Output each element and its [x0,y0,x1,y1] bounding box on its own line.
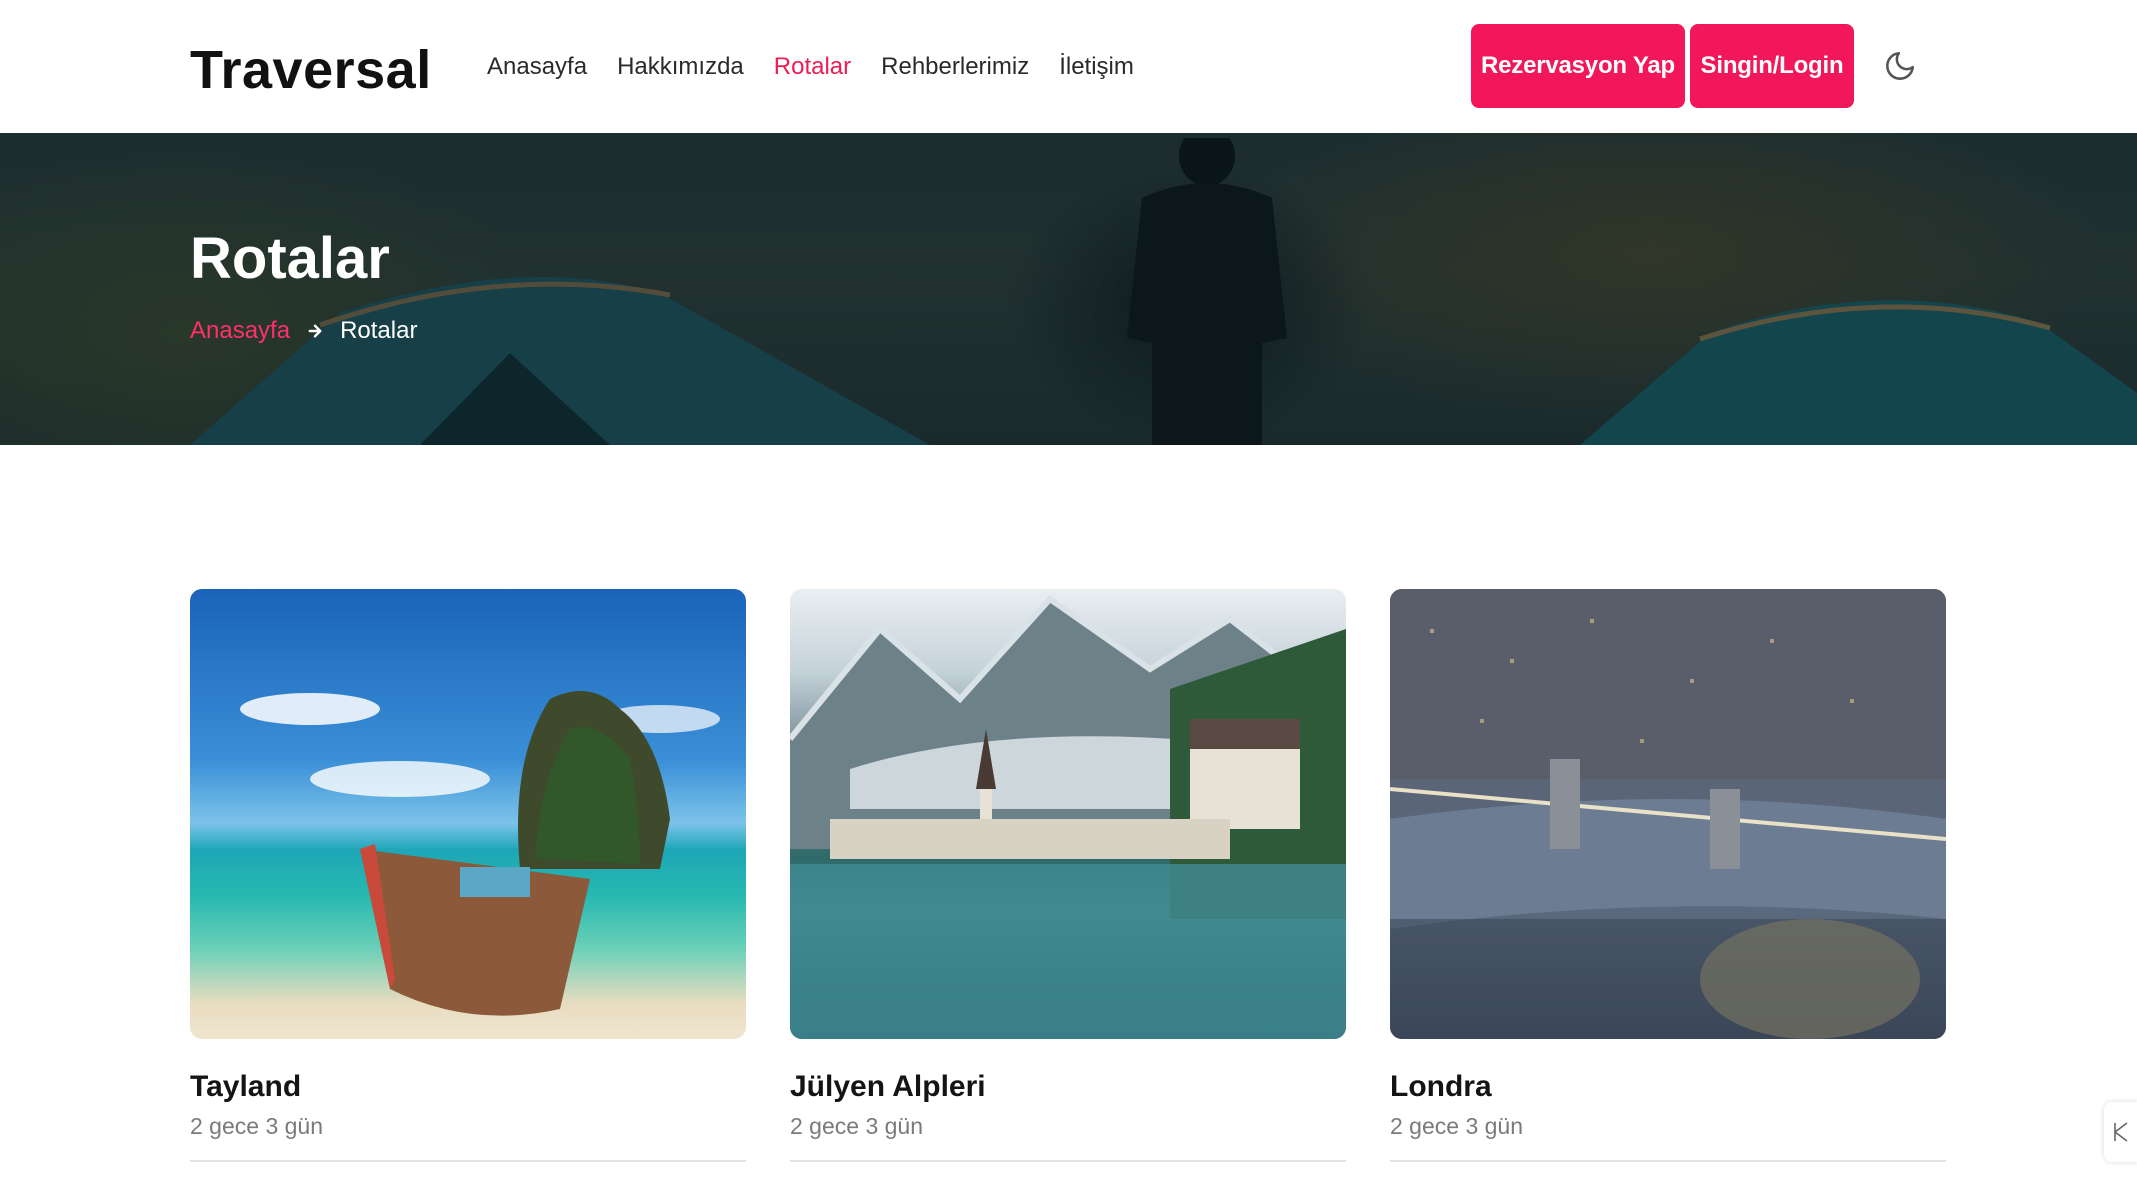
alps-scene [790,595,1346,1039]
route-card-duration: 2 gece 3 gün [1390,1113,1524,1139]
page-hero: Rotalar Anasayfa Rotalar [0,133,2137,445]
thailand-scene [240,691,720,1016]
route-card-divider [790,1160,1346,1162]
london-scene [1390,589,1946,1039]
nav-link-about[interactable]: Hakkımızda [617,50,744,84]
route-card[interactable]: Tayland 2 gece 3 gün [190,589,746,1162]
route-card-image[interactable] [190,589,746,1039]
route-card-title[interactable]: Tayland [190,1069,746,1105]
route-card-divider [1390,1160,1946,1162]
page-title: Rotalar [190,226,390,291]
nav-link-home[interactable]: Anasayfa [487,50,587,84]
main-nav: Anasayfa Hakkımızda Rotalar Rehberlerimi… [487,50,1134,84]
arrow-right-icon [308,324,322,338]
breadcrumb: Anasayfa Rotalar [190,316,417,346]
route-card[interactable]: Londra 2 gece 3 gün [1390,589,1946,1162]
moon-icon [1886,51,1915,80]
route-card-image[interactable] [1390,589,1946,1039]
site-header: Traversal Anasayfa Hakkımızda Rotalar Re… [0,0,2137,133]
route-card[interactable]: Jülyen Alpleri 2 gece 3 gün [790,589,1346,1162]
breadcrumb-home-link[interactable]: Anasayfa [190,316,290,346]
theme-toggle-button[interactable] [1882,48,1918,84]
route-card-title[interactable]: Londra [1390,1069,1946,1105]
floating-widget-tab[interactable] [2104,1102,2137,1162]
nav-link-routes[interactable]: Rotalar [774,50,851,84]
route-card-duration: 2 gece 3 gün [190,1113,324,1139]
breadcrumb-current: Rotalar [340,317,418,344]
book-button[interactable]: Rezervasyon Yap [1471,24,1685,108]
route-card-duration: 2 gece 3 gün [790,1113,924,1139]
nav-link-contact[interactable]: İletişim [1059,50,1134,84]
route-card-image[interactable] [790,589,1346,1039]
brand-logo[interactable]: Traversal [190,38,432,102]
route-card-divider [190,1160,746,1162]
login-button[interactable]: Singin/Login [1690,24,1854,108]
route-card-title[interactable]: Jülyen Alpleri [790,1069,1346,1105]
widget-icon [2113,1122,2127,1142]
nav-link-guides[interactable]: Rehberlerimiz [881,50,1029,84]
